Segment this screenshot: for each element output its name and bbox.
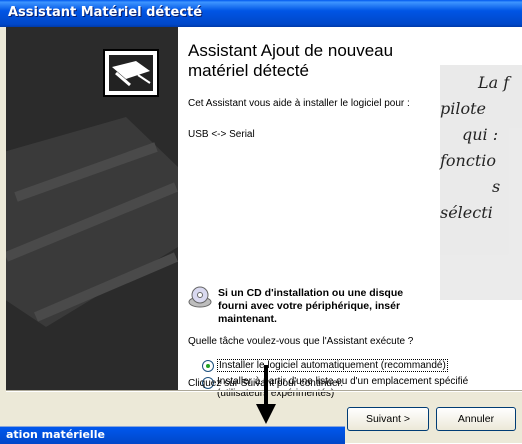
overlay-line: La f: [478, 73, 510, 92]
banner-graphic: [6, 49, 178, 327]
task-question: Quelle tâche voulez-vous que l'Assistant…: [188, 336, 414, 347]
intro-text: Cet Assistant vous aide à installer le l…: [188, 98, 410, 109]
wizard-heading: Assistant Ajout de nouveau matériel déte…: [188, 41, 394, 80]
cd-icon: [188, 286, 212, 308]
overlay-line: qui :: [462, 125, 499, 144]
device-name: USB <-> Serial: [188, 129, 255, 140]
window-title: Assistant Matériel détecté: [8, 5, 203, 20]
title-bar: Assistant Matériel détecté: [0, 0, 522, 27]
radio-install-auto[interactable]: [202, 360, 214, 372]
second-window-title: ation matérielle: [6, 428, 105, 441]
overlay-line: fonctio: [440, 151, 496, 170]
next-button[interactable]: Suivant >: [347, 407, 429, 431]
overlay-line: s: [492, 177, 501, 196]
wizard-side-banner: [6, 27, 178, 390]
cd-instruction: Si un CD d'installation ou une disque fo…: [218, 287, 404, 325]
overlay-line: sélecti: [440, 203, 493, 222]
cancel-button[interactable]: Annuler: [436, 407, 516, 431]
second-window-titlebar: ation matérielle: [0, 426, 345, 444]
instruction-overlay: La f pilote qui : fonctio s sélecti: [440, 65, 522, 300]
down-arrow-icon: [256, 404, 276, 424]
overlay-line: pilote: [440, 99, 487, 118]
hardware-icon: [103, 49, 159, 97]
option-install-auto-label[interactable]: Installer le logiciel automatiquement (r…: [217, 359, 448, 372]
